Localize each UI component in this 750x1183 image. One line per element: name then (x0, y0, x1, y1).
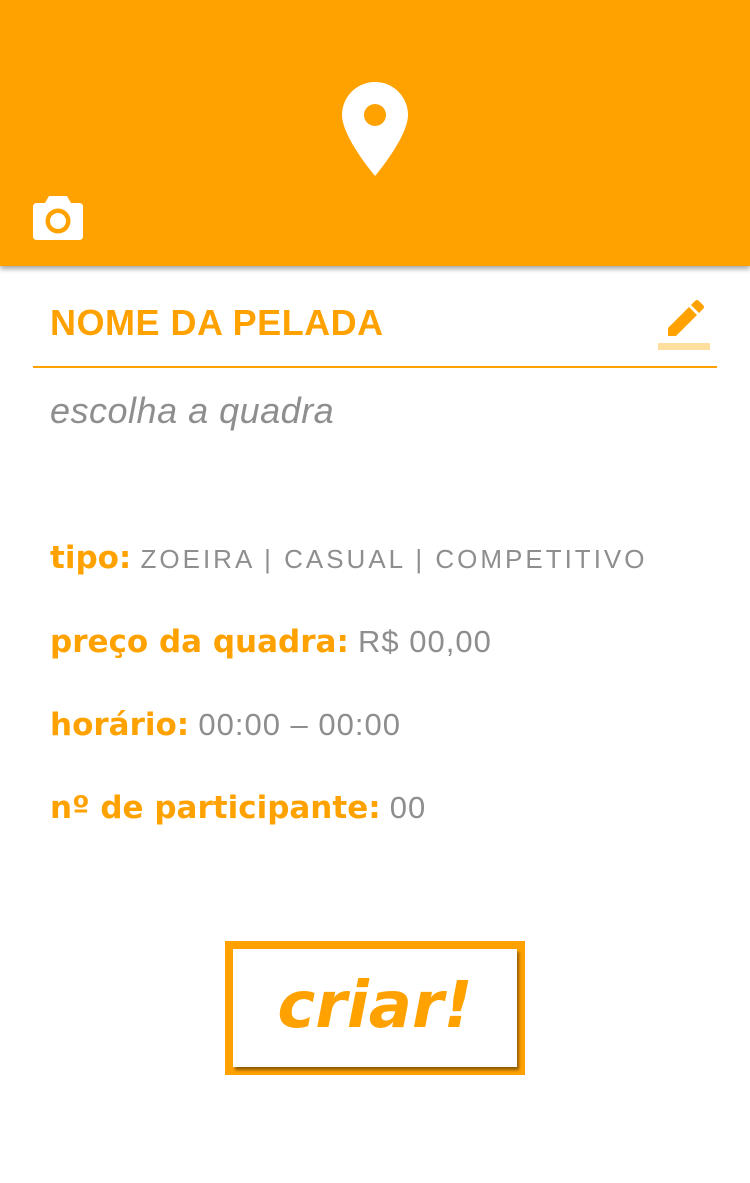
participants-label: nº de participante: (50, 790, 381, 826)
location-pin-icon[interactable] (342, 82, 408, 176)
type-option-casual[interactable]: casual (284, 544, 405, 574)
type-option-competitivo[interactable]: competitivo (435, 544, 647, 574)
create-button-label: criar! (277, 969, 473, 1043)
game-name-title: NOME DA PELADA (50, 302, 384, 343)
participants-value[interactable]: 00 (390, 790, 426, 825)
time-label: horário: (50, 707, 190, 743)
price-value[interactable]: R$ 00,00 (358, 624, 492, 659)
type-separator: | (253, 544, 285, 574)
time-row: horário: 00:00 – 00:00 (50, 705, 401, 743)
type-option-zoeira[interactable]: zoeira (141, 544, 254, 574)
time-value[interactable]: 00:00 – 00:00 (198, 707, 401, 742)
type-separator: | (405, 544, 436, 574)
create-button[interactable]: criar! (225, 941, 525, 1075)
price-row: preço da quadra: R$ 00,00 (50, 622, 492, 660)
participants-row: nº de participante: 00 (50, 788, 426, 826)
header-banner (0, 0, 750, 266)
camera-icon[interactable] (33, 196, 83, 240)
type-row: tipo: zoeira | casual | competitivo (50, 538, 647, 576)
pencil-icon[interactable] (658, 298, 710, 350)
court-select[interactable]: escolha a quadra (50, 390, 334, 432)
game-name-field[interactable]: NOME DA PELADA (33, 296, 717, 368)
price-label: preço da quadra: (50, 624, 349, 660)
type-label: tipo: (50, 540, 132, 576)
